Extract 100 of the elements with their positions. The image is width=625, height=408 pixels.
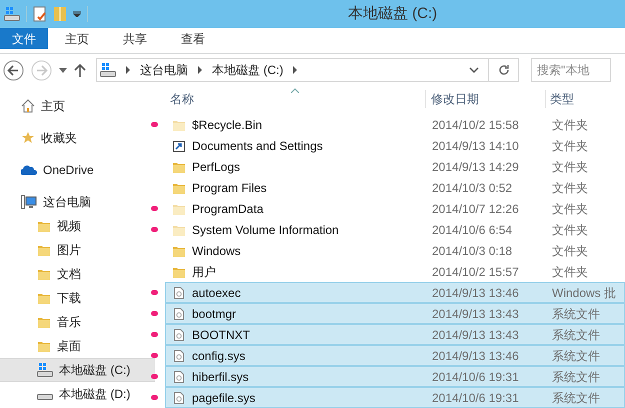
file-row[interactable]: Program Files 2014/10/3 0:52 文件夹: [165, 177, 625, 198]
sidebar-item[interactable]: 本地磁盘 (C:): [0, 358, 155, 382]
folder-icon: [37, 219, 51, 233]
file-name: System Volume Information: [192, 222, 340, 238]
file-type: 文件夹: [552, 200, 588, 218]
file-row[interactable]: System Volume Information 2014/10/6 6:54 文件夹: [165, 219, 625, 240]
home-icon: [21, 99, 35, 113]
file-name: 用户: [192, 264, 217, 280]
file-row[interactable]: bootmgr 2014/9/13 13:43 系统文件: [165, 303, 625, 324]
file-type: 系统文件: [552, 368, 600, 386]
file-row[interactable]: 用户 2014/10/2 15:57 文件夹: [165, 261, 625, 282]
file-icon: [172, 370, 186, 384]
file-type: 系统文件: [552, 348, 600, 364]
file-icon: [172, 328, 186, 342]
sidebar-item[interactable]: 这台电脑: [0, 190, 155, 214]
chevron-right-icon: [125, 66, 131, 74]
file-type: 系统文件: [552, 326, 600, 344]
file-row[interactable]: ProgramData 2014/10/7 12:26 文件夹: [165, 198, 625, 219]
file-name: Windows: [192, 242, 242, 260]
chevron-down-icon[interactable]: [469, 67, 479, 73]
star-icon: [21, 131, 35, 145]
ribbon-tab[interactable]: 主页: [48, 28, 106, 49]
back-icon[interactable]: [3, 60, 24, 80]
modified-date: 2014/10/6 6:54: [432, 222, 514, 238]
file-type: 文件夹: [552, 222, 588, 238]
modified-date: 2014/9/13 13:46: [432, 348, 520, 364]
file-name: $Recycle.Bin: [192, 116, 264, 134]
history-dropdown-icon[interactable]: [59, 68, 67, 72]
column-header[interactable]: 名称: [155, 90, 425, 108]
modified-date: 2014/10/2 15:57: [432, 264, 520, 280]
file-type: Windows 批: [552, 284, 616, 302]
file-name: BOOTNXT: [192, 326, 252, 344]
file-row[interactable]: autoexec 2014/9/13 13:46 Windows 批: [165, 282, 625, 303]
dropdown-icon[interactable]: [73, 11, 81, 17]
folder-icon: [37, 243, 51, 257]
file-row[interactable]: Windows 2014/10/3 0:18 文件夹: [165, 240, 625, 261]
breadcrumb-item[interactable]: 这台电脑: [140, 61, 188, 79]
folder-icon: [37, 291, 51, 305]
file-row[interactable]: pagefile.sys 2014/10/6 19:31 系统文件: [165, 387, 625, 408]
chevron-right-icon: [197, 66, 203, 74]
file-row[interactable]: Documents and Settings 2014/9/13 14:10 文件夹: [165, 135, 625, 156]
refresh-icon[interactable]: [498, 64, 510, 76]
file-name: ProgramData: [192, 200, 264, 218]
file-row[interactable]: PerfLogs 2014/9/13 14:29 文件夹: [165, 156, 625, 177]
sidebar-item[interactable]: 收藏夹: [0, 126, 155, 150]
file-row[interactable]: BOOTNXT 2014/9/13 13:43 系统文件: [165, 324, 625, 345]
cloud-icon: [21, 164, 37, 176]
file-name: bootmgr: [192, 306, 238, 322]
search-field[interactable]: 搜索"本地: [531, 58, 611, 82]
shortcut-icon: [172, 138, 186, 152]
file-name: hiberfil.sys: [192, 368, 250, 386]
system-drive-icon: [37, 363, 53, 377]
sidebar-item[interactable]: 图片: [0, 238, 155, 262]
drive-icon: [37, 394, 53, 400]
file-name: autoexec: [192, 284, 242, 302]
file-icon: [172, 306, 186, 320]
file-name: config.sys: [192, 348, 246, 364]
modified-date: 2014/9/13 14:29: [432, 158, 520, 176]
folder-icon: [37, 339, 51, 353]
folder-icon: [37, 315, 51, 329]
file-type: 文件夹: [552, 242, 588, 260]
file-name: Documents and Settings: [192, 138, 324, 154]
modified-date: 2014/9/13 13:46: [432, 284, 520, 302]
computer-icon: [21, 195, 37, 209]
breadcrumb-item[interactable]: 本地磁盘 (C:): [212, 61, 284, 79]
properties-icon[interactable]: [33, 6, 47, 22]
sidebar-item[interactable]: OneDrive: [0, 158, 155, 182]
folder-icon: [37, 267, 51, 281]
file-row[interactable]: config.sys 2014/9/13 13:46 系统文件: [165, 345, 625, 366]
modified-date: 2014/10/6 19:31: [432, 368, 520, 386]
system-drive-icon: [4, 7, 20, 21]
address-bar[interactable]: 这台电脑 本地磁盘 (C:): [96, 58, 519, 82]
file-type: 文件夹: [552, 138, 588, 154]
modified-date: 2014/9/13 13:43: [432, 326, 520, 344]
window-title: 本地磁盘 (C:): [348, 4, 438, 24]
file-name: pagefile.sys: [192, 390, 256, 406]
file-name: Program Files: [192, 180, 268, 196]
sidebar-item[interactable]: 本地磁盘 (D:): [0, 382, 155, 406]
ribbon-tab[interactable]: 共享: [106, 28, 164, 49]
modified-date: 2014/10/3 0:18: [432, 242, 514, 260]
file-row[interactable]: hiberfil.sys 2014/10/6 19:31 系统文件: [165, 366, 625, 387]
modified-date: 2014/9/13 14:10: [432, 138, 520, 154]
modified-date: 2014/10/3 0:52: [432, 180, 514, 196]
ribbon-tab[interactable]: 文件: [0, 28, 48, 49]
file-type: 文件夹: [552, 264, 588, 280]
column-header[interactable]: 修改日期: [426, 90, 545, 108]
file-icon: [172, 390, 186, 404]
ribbon-tab[interactable]: 查看: [164, 28, 222, 49]
chevron-right-icon: [292, 66, 298, 74]
file-type: 文件夹: [552, 116, 588, 134]
column-header[interactable]: 类型: [546, 90, 574, 108]
modified-date: 2014/10/2 15:58: [432, 116, 520, 134]
file-row[interactable]: $Recycle.Bin 2014/10/2 15:58 文件夹: [165, 114, 625, 135]
sidebar-item[interactable]: 主页: [0, 94, 155, 118]
file-type: 文件夹: [552, 158, 588, 176]
up-arrow-icon[interactable]: [74, 63, 86, 77]
sidebar-item[interactable]: 文档: [0, 262, 155, 286]
file-type: 系统文件: [552, 390, 600, 406]
modified-date: 2014/9/13 13:43: [432, 306, 520, 322]
file-type: 文件夹: [552, 180, 588, 196]
